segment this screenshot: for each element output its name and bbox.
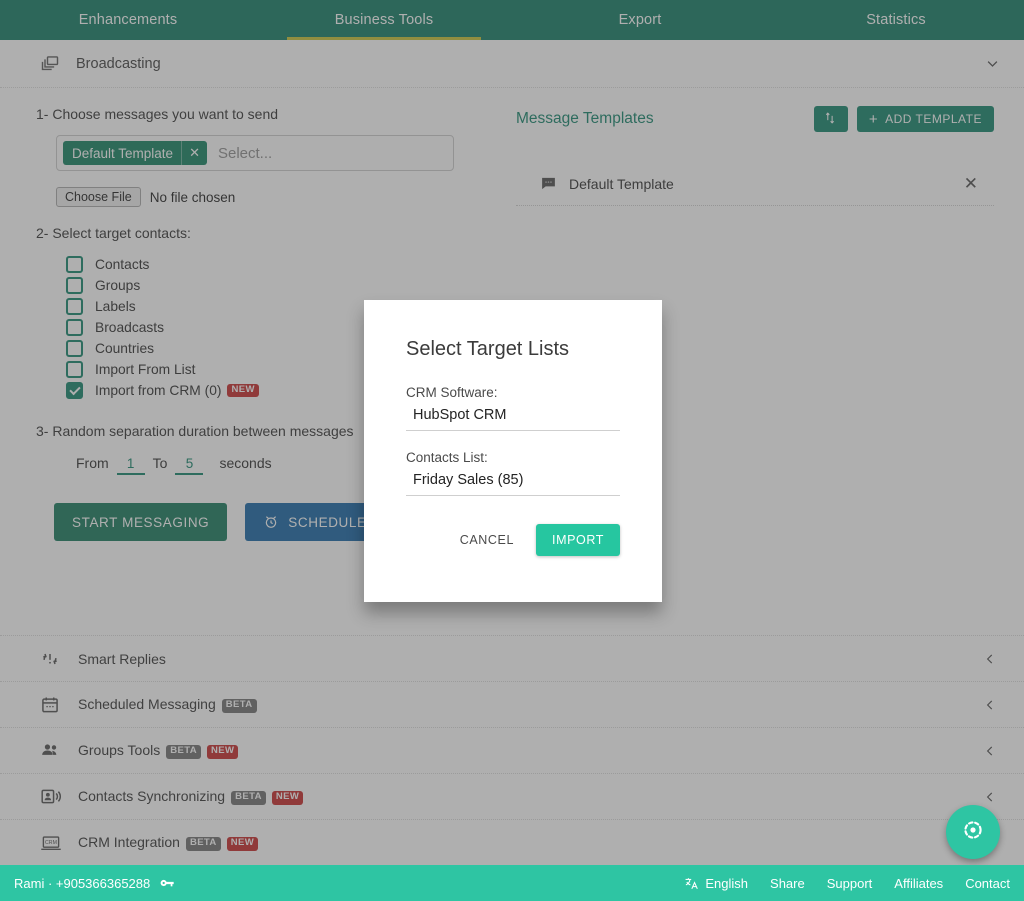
- field-spacer: [406, 431, 620, 450]
- language-label: English: [705, 875, 749, 891]
- support-link[interactable]: Support: [827, 876, 873, 891]
- account-label: Rami · +905366365288: [14, 875, 151, 891]
- import-button[interactable]: IMPORT: [536, 524, 620, 556]
- contacts-list-label: Contacts List:: [406, 450, 488, 465]
- app-root: Enhancements Business Tools Export Stati…: [0, 0, 1024, 901]
- adjust-target-icon: [960, 817, 986, 848]
- dialog-actions: CANCEL IMPORT: [406, 524, 620, 556]
- affiliates-link[interactable]: Affiliates: [894, 876, 943, 891]
- crm-software-select[interactable]: HubSpot CRM: [406, 407, 620, 431]
- account-info[interactable]: Rami · +905366365288: [14, 876, 175, 891]
- contact-link[interactable]: Contact: [965, 876, 1010, 891]
- status-bar-links: English Share Support Affiliates Contact: [662, 876, 1010, 891]
- cancel-button[interactable]: CANCEL: [448, 525, 526, 555]
- key-icon[interactable]: [159, 876, 175, 890]
- select-target-lists-dialog: Select Target Lists CRM Software: HubSpo…: [364, 300, 662, 602]
- settings-fab-button[interactable]: [946, 805, 1000, 859]
- language-selector[interactable]: English: [684, 876, 748, 891]
- share-link[interactable]: Share: [770, 876, 805, 891]
- contacts-list-select[interactable]: Friday Sales (85): [406, 472, 620, 496]
- dialog-title: Select Target Lists: [406, 338, 570, 360]
- crm-software-label: CRM Software:: [406, 385, 498, 400]
- status-bar: Rami · +905366365288 English Share Suppo…: [0, 865, 1024, 901]
- translate-icon: [684, 876, 699, 891]
